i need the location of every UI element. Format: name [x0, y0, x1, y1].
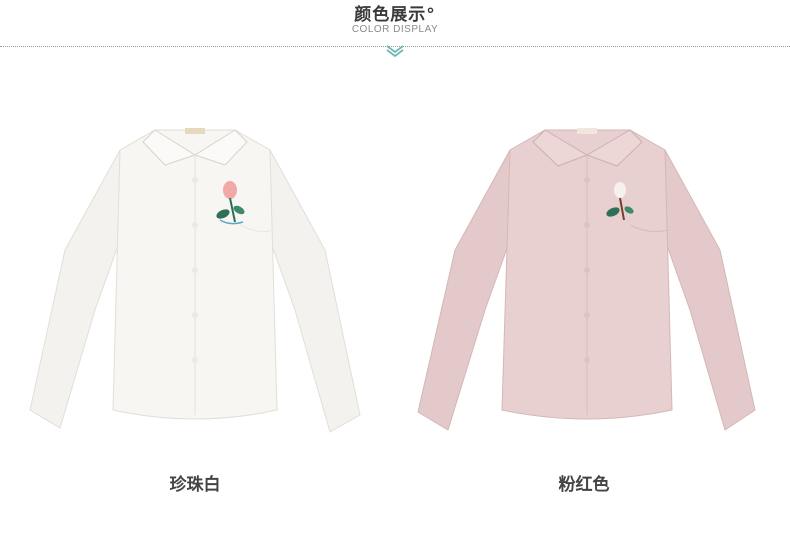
section-subtitle: COLOR DISPLAY [351, 24, 439, 35]
section-header: 颜色展示° COLOR DISPLAY [0, 0, 790, 60]
section-title: 颜色展示° [354, 5, 436, 25]
shirt-illustration [417, 128, 756, 431]
shirt-illustration [29, 128, 361, 433]
product-image-white-shirt[interactable] [25, 110, 365, 440]
product-caption-pink: 粉红色 [558, 475, 610, 495]
product-caption-white: 珍珠白 [169, 475, 221, 495]
chevron-down-icon [386, 45, 404, 57]
product-image-pink-shirt[interactable] [410, 110, 760, 440]
